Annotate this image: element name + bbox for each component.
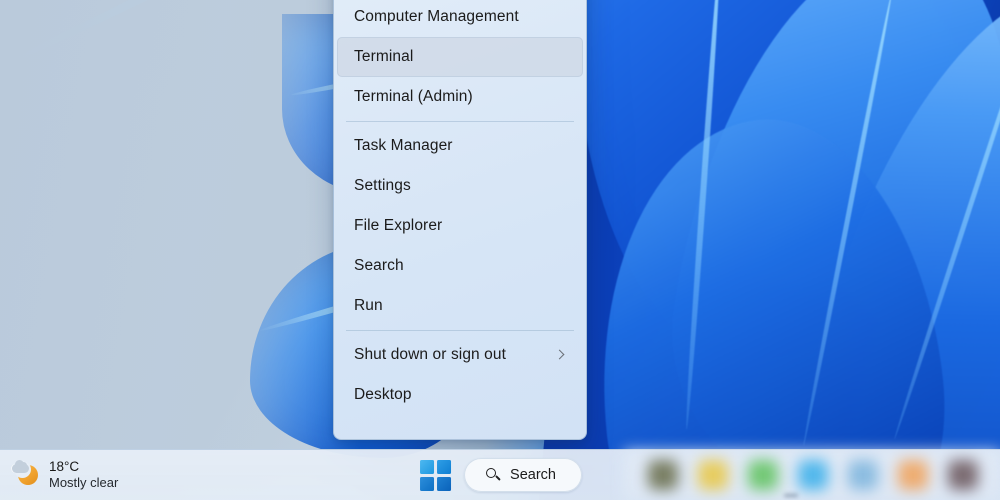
menu-separator bbox=[346, 330, 574, 331]
chevron-right-icon bbox=[553, 348, 567, 362]
menu-item-label: Terminal (Admin) bbox=[354, 88, 473, 105]
menu-item-label: Run bbox=[354, 297, 383, 314]
menu-item-label: Computer Management bbox=[354, 8, 519, 25]
menu-item-task-manager[interactable]: Task Manager bbox=[337, 126, 583, 166]
start-button[interactable] bbox=[418, 458, 452, 492]
pinned-app-1[interactable] bbox=[648, 460, 678, 490]
pinned-app-4[interactable] bbox=[798, 460, 828, 490]
weather-condition: Mostly clear bbox=[49, 475, 119, 491]
taskbar-active-app-indicator bbox=[784, 494, 798, 497]
pinned-app-6[interactable] bbox=[898, 460, 928, 490]
wallpaper-rim-highlight-4 bbox=[11, 0, 249, 65]
weather-text: 18°C Mostly clear bbox=[49, 459, 118, 490]
menu-item-file-explorer[interactable]: File Explorer bbox=[337, 206, 583, 246]
menu-item-label: Terminal bbox=[354, 48, 414, 65]
menu-item-label: File Explorer bbox=[354, 217, 443, 234]
menu-item-label: Settings bbox=[354, 177, 411, 194]
windows-logo-icon bbox=[419, 459, 451, 491]
menu-item-label: Shut down or sign out bbox=[354, 346, 507, 363]
pinned-app-2[interactable] bbox=[698, 460, 728, 490]
menu-separator bbox=[346, 121, 574, 122]
menu-item-shut-down-or-sign-out[interactable]: Shut down or sign out bbox=[337, 335, 583, 375]
search-icon bbox=[486, 467, 501, 483]
menu-item-label: Desktop bbox=[354, 386, 412, 403]
pinned-app-3[interactable] bbox=[748, 460, 778, 490]
win-x-quick-link-menu[interactable]: Disk ManagementComputer ManagementTermin… bbox=[333, 0, 587, 440]
taskbar: 18°C Mostly clear Search bbox=[0, 449, 1000, 500]
taskbar-search-box[interactable]: Search bbox=[464, 458, 582, 492]
menu-item-computer-management[interactable]: Computer Management bbox=[337, 0, 583, 37]
menu-item-settings[interactable]: Settings bbox=[337, 166, 583, 206]
pinned-app-5[interactable] bbox=[848, 460, 878, 490]
pinned-app-7[interactable] bbox=[948, 460, 978, 490]
taskbar-weather-widget[interactable]: 18°C Mostly clear bbox=[4, 456, 128, 493]
menu-item-search[interactable]: Search bbox=[337, 246, 583, 286]
menu-item-desktop[interactable]: Desktop bbox=[337, 375, 583, 415]
search-label: Search bbox=[510, 467, 556, 483]
menu-item-label: Search bbox=[354, 257, 404, 274]
menu-item-terminal-admin[interactable]: Terminal (Admin) bbox=[337, 77, 583, 117]
taskbar-center-group: Search bbox=[418, 458, 582, 492]
taskbar-pinned-apps[interactable] bbox=[624, 450, 1000, 500]
menu-item-terminal[interactable]: Terminal bbox=[337, 37, 583, 77]
menu-item-run[interactable]: Run bbox=[337, 286, 583, 326]
moon-with-cloud-icon bbox=[12, 460, 40, 489]
menu-item-label: Task Manager bbox=[354, 137, 453, 154]
weather-temperature: 18°C bbox=[49, 459, 80, 475]
